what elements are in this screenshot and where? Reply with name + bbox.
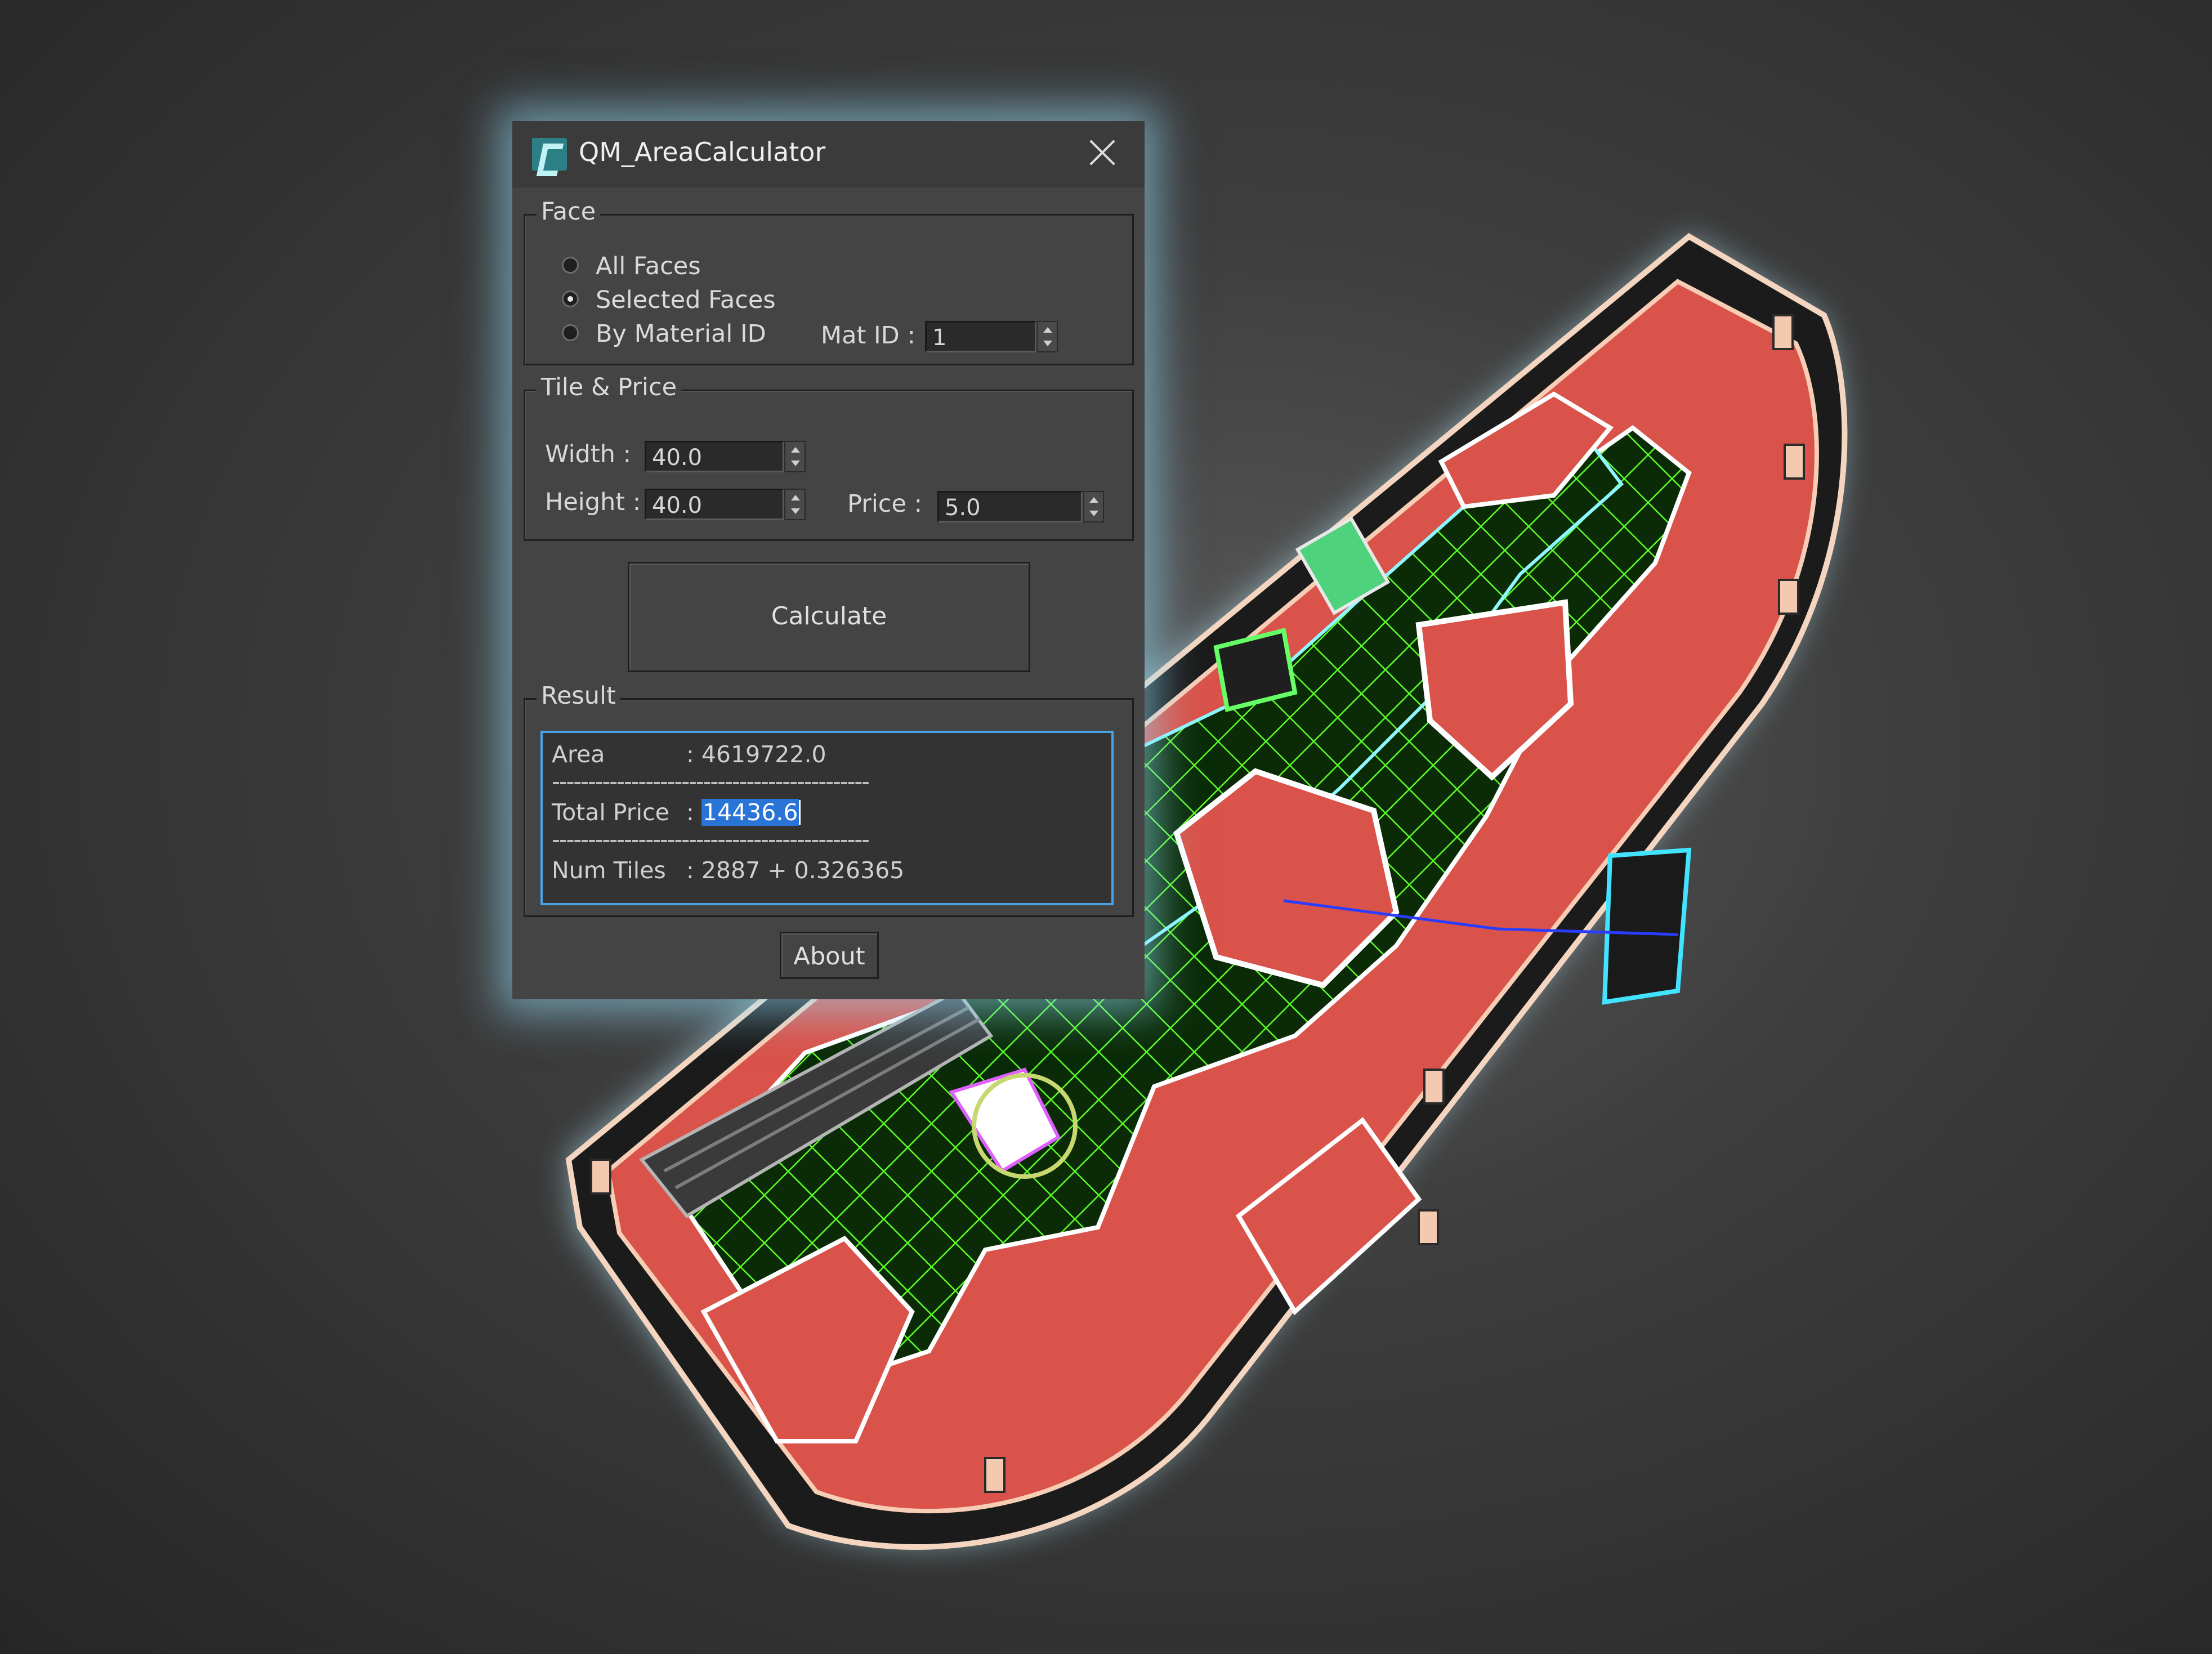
tile-price-group-label: Tile & Price bbox=[537, 373, 682, 401]
width-spinner[interactable]: 40.0 bbox=[645, 441, 814, 472]
height-input[interactable]: 40.0 bbox=[645, 489, 784, 520]
total-price-value[interactable]: 14436.6 bbox=[701, 799, 799, 826]
close-icon[interactable] bbox=[1087, 137, 1118, 168]
mat-id-spin-arrows[interactable] bbox=[1036, 321, 1058, 352]
radio-selected-faces[interactable]: Selected Faces bbox=[562, 286, 815, 314]
title-bar[interactable]: QM_AreaCalculator bbox=[512, 121, 1145, 187]
result-textbox[interactable]: Area : 4619722.0 -----------------------… bbox=[540, 731, 1114, 905]
spin-down-icon[interactable] bbox=[791, 508, 800, 514]
radio-by-material-id-button[interactable] bbox=[562, 324, 579, 341]
total-price-colon: : bbox=[686, 799, 694, 826]
about-button-label: About bbox=[793, 942, 865, 971]
area-label: Area bbox=[552, 741, 605, 768]
face-group: Face All Faces Selected Faces By Materia… bbox=[524, 198, 1134, 365]
radio-all-faces-label: All Faces bbox=[596, 252, 701, 280]
spin-up-icon[interactable] bbox=[791, 495, 800, 500]
height-spin-arrows[interactable] bbox=[784, 489, 806, 520]
spin-up-icon[interactable] bbox=[1089, 497, 1098, 503]
num-tiles-label: Num Tiles bbox=[552, 857, 666, 884]
spin-up-icon[interactable] bbox=[791, 447, 800, 453]
area-value: : 4619722.0 bbox=[686, 741, 826, 768]
price-label: Price : bbox=[847, 490, 923, 518]
radio-selected-faces-label: Selected Faces bbox=[596, 286, 776, 314]
total-price-row: : 14436.6 bbox=[686, 799, 801, 826]
radio-by-material-id-label: By Material ID bbox=[596, 320, 766, 348]
spin-down-icon[interactable] bbox=[1089, 511, 1098, 516]
mat-id-spinner[interactable]: 1 bbox=[925, 321, 1060, 352]
tile-price-group: Tile & Price Width : 40.0 Height : 40.0 … bbox=[524, 373, 1134, 541]
radio-by-material-id[interactable]: By Material ID bbox=[562, 320, 815, 348]
radio-all-faces-button[interactable] bbox=[562, 257, 579, 274]
3dsmax-app-icon bbox=[532, 138, 567, 171]
about-button[interactable]: About bbox=[780, 932, 879, 979]
width-label: Width : bbox=[545, 440, 632, 468]
mat-id-label: Mat ID : bbox=[821, 321, 915, 350]
window-title: QM_AreaCalculator bbox=[579, 137, 826, 167]
height-label: Height : bbox=[545, 488, 641, 516]
calculate-button-label: Calculate bbox=[771, 602, 887, 631]
text-caret bbox=[799, 800, 801, 825]
calculate-button[interactable]: Calculate bbox=[628, 562, 1030, 672]
spin-down-icon[interactable] bbox=[1043, 341, 1052, 346]
width-input[interactable]: 40.0 bbox=[645, 441, 784, 472]
height-spinner[interactable]: 40.0 bbox=[645, 489, 814, 520]
total-price-label: Total Price bbox=[552, 799, 669, 826]
face-group-label: Face bbox=[537, 198, 601, 226]
mat-id-input[interactable]: 1 bbox=[925, 321, 1036, 352]
result-separator-1: ----------------------------------------… bbox=[552, 768, 870, 795]
width-spin-arrows[interactable] bbox=[784, 441, 806, 472]
spin-up-icon[interactable] bbox=[1043, 327, 1052, 333]
num-tiles-value: : 2887 + 0.326365 bbox=[686, 857, 905, 884]
price-spin-arrows[interactable] bbox=[1083, 491, 1104, 522]
result-group-label: Result bbox=[537, 682, 620, 710]
radio-all-faces[interactable]: All Faces bbox=[562, 252, 787, 280]
price-input[interactable]: 5.0 bbox=[937, 491, 1083, 522]
price-spinner[interactable]: 5.0 bbox=[937, 491, 1112, 522]
radio-selected-faces-button[interactable] bbox=[562, 290, 579, 307]
spin-down-icon[interactable] bbox=[791, 461, 800, 466]
area-calculator-dialog: QM_AreaCalculator Face All Faces Selecte… bbox=[512, 121, 1145, 999]
result-separator-2: ----------------------------------------… bbox=[552, 826, 870, 853]
